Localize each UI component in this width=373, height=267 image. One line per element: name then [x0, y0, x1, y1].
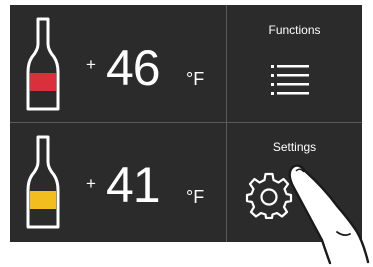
pointing-finger-icon — [288, 164, 370, 265]
